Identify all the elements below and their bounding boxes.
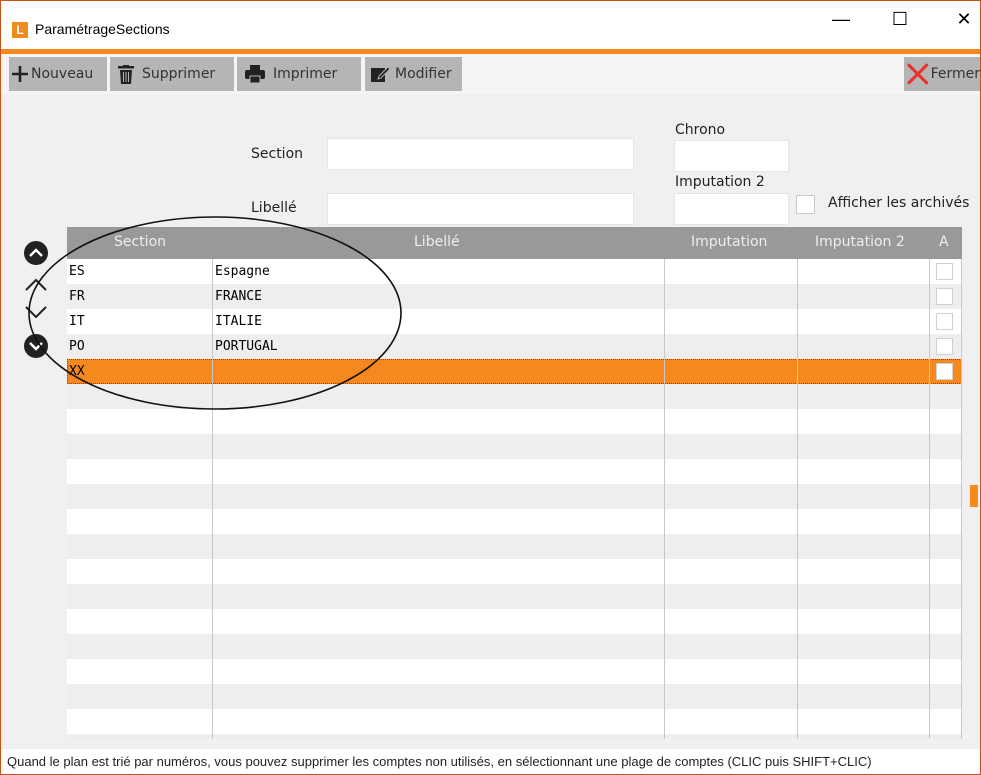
table-row-empty[interactable] — [67, 434, 962, 459]
archive-checkbox[interactable] — [936, 338, 953, 355]
archive-checkbox[interactable] — [936, 363, 953, 380]
status-bar: Quand le plan est trié par numéros, vous… — [1, 749, 980, 774]
status-text: Quand le plan est trié par numéros, vous… — [7, 754, 872, 769]
table-row-empty[interactable] — [67, 384, 962, 409]
cell-libelle[interactable]: Espagne — [215, 264, 270, 279]
close-red-icon — [907, 63, 929, 85]
table-row-empty[interactable] — [67, 684, 962, 709]
column-header-libelle[interactable]: Libellé — [414, 234, 460, 250]
app-logo-icon: L — [12, 22, 28, 38]
printer-icon — [245, 65, 265, 83]
table-row-empty[interactable] — [67, 484, 962, 509]
cell-libelle[interactable]: ITALIE — [215, 314, 262, 329]
supprimer-button[interactable]: Supprimer — [110, 57, 234, 91]
maximize-button[interactable]: ☐ — [877, 9, 923, 47]
table-row-empty[interactable] — [67, 409, 962, 434]
column-header-section[interactable]: Section — [114, 234, 166, 250]
nouveau-button[interactable]: Nouveau — [9, 57, 107, 91]
title-bar: L ParamétrageSections — ☐ ✕ — [1, 1, 980, 49]
table-row[interactable]: FR FRANCE — [67, 284, 962, 309]
scrollbar-thumb[interactable] — [970, 485, 978, 507]
archives-checkbox[interactable] — [796, 195, 815, 214]
cell-libelle[interactable]: PORTUGAL — [215, 339, 278, 354]
column-divider — [961, 259, 962, 739]
imputation2-label: Imputation 2 — [675, 174, 765, 190]
nouveau-label: Nouveau — [31, 66, 94, 82]
chrono-label: Chrono — [675, 122, 726, 138]
window-title: ParamétrageSections — [35, 21, 170, 37]
table-row-empty[interactable] — [67, 509, 962, 534]
table-row[interactable]: IT ITALIE — [67, 309, 962, 334]
cell-section[interactable]: XX — [69, 364, 85, 379]
table-row-empty[interactable] — [67, 609, 962, 634]
column-divider — [212, 259, 213, 739]
table-row[interactable]: PO PORTUGAL — [67, 334, 962, 359]
fermer-button[interactable]: Fermer — [904, 57, 980, 91]
table-row[interactable]: ES Espagne — [67, 259, 962, 284]
imprimer-button[interactable]: Imprimer — [237, 57, 361, 91]
plus-icon — [12, 66, 28, 82]
column-divider — [664, 259, 665, 739]
fermer-label: Fermer — [930, 66, 980, 82]
last-record-icon[interactable] — [24, 334, 48, 358]
close-window-button[interactable]: ✕ — [941, 9, 980, 47]
archive-checkbox[interactable] — [936, 263, 953, 280]
chrono-input[interactable] — [674, 140, 789, 172]
imputation2-input[interactable] — [674, 193, 789, 225]
column-header-imputation[interactable]: Imputation — [691, 234, 767, 250]
column-header-archive[interactable]: A — [939, 234, 949, 250]
archives-label: Afficher les archivés — [828, 195, 970, 211]
cell-section[interactable]: FR — [69, 289, 85, 304]
previous-record-icon[interactable] — [24, 273, 48, 297]
table-row-empty[interactable] — [67, 709, 962, 734]
sections-table: ES Espagne FR FRANCE IT ITALIE PO PORTUGAL XX Se… — [67, 227, 962, 739]
edit-icon — [371, 66, 391, 82]
archive-checkbox[interactable] — [936, 288, 953, 305]
cell-section[interactable]: PO — [69, 339, 85, 354]
table-row-empty[interactable] — [67, 459, 962, 484]
column-divider — [797, 259, 798, 739]
next-record-icon[interactable] — [24, 300, 48, 324]
trash-icon — [118, 64, 134, 84]
table-row-empty[interactable] — [67, 559, 962, 584]
table-row-empty[interactable] — [67, 584, 962, 609]
modifier-label: Modifier — [395, 66, 452, 82]
table-row-empty[interactable] — [67, 534, 962, 559]
toolbar: Nouveau Supprimer Imprimer Modifier Ferm… — [1, 54, 980, 94]
table-row[interactable]: XX — [67, 359, 962, 384]
table-row-empty[interactable] — [67, 659, 962, 684]
cell-libelle[interactable]: FRANCE — [215, 289, 262, 304]
table-header: Section Libellé Imputation Imputation 2 … — [67, 227, 962, 259]
section-label: Section — [251, 146, 304, 162]
column-header-imputation2[interactable]: Imputation 2 — [815, 234, 905, 250]
window: L ParamétrageSections — ☐ ✕ Nouveau Supp… — [0, 0, 981, 775]
libelle-input[interactable] — [327, 193, 634, 225]
cell-section[interactable]: ES — [69, 264, 85, 279]
cell-section[interactable]: IT — [69, 314, 85, 329]
archive-checkbox[interactable] — [936, 313, 953, 330]
libelle-label: Libellé — [251, 200, 297, 216]
minimize-button[interactable]: — — [818, 9, 864, 47]
supprimer-label: Supprimer — [142, 66, 216, 82]
table-row-empty[interactable] — [67, 634, 962, 659]
section-input[interactable] — [327, 138, 634, 170]
modifier-button[interactable]: Modifier — [365, 57, 462, 91]
first-record-icon[interactable] — [24, 241, 48, 265]
column-divider — [929, 259, 930, 739]
table-row-empty[interactable] — [67, 734, 962, 739]
imprimer-label: Imprimer — [273, 66, 338, 82]
